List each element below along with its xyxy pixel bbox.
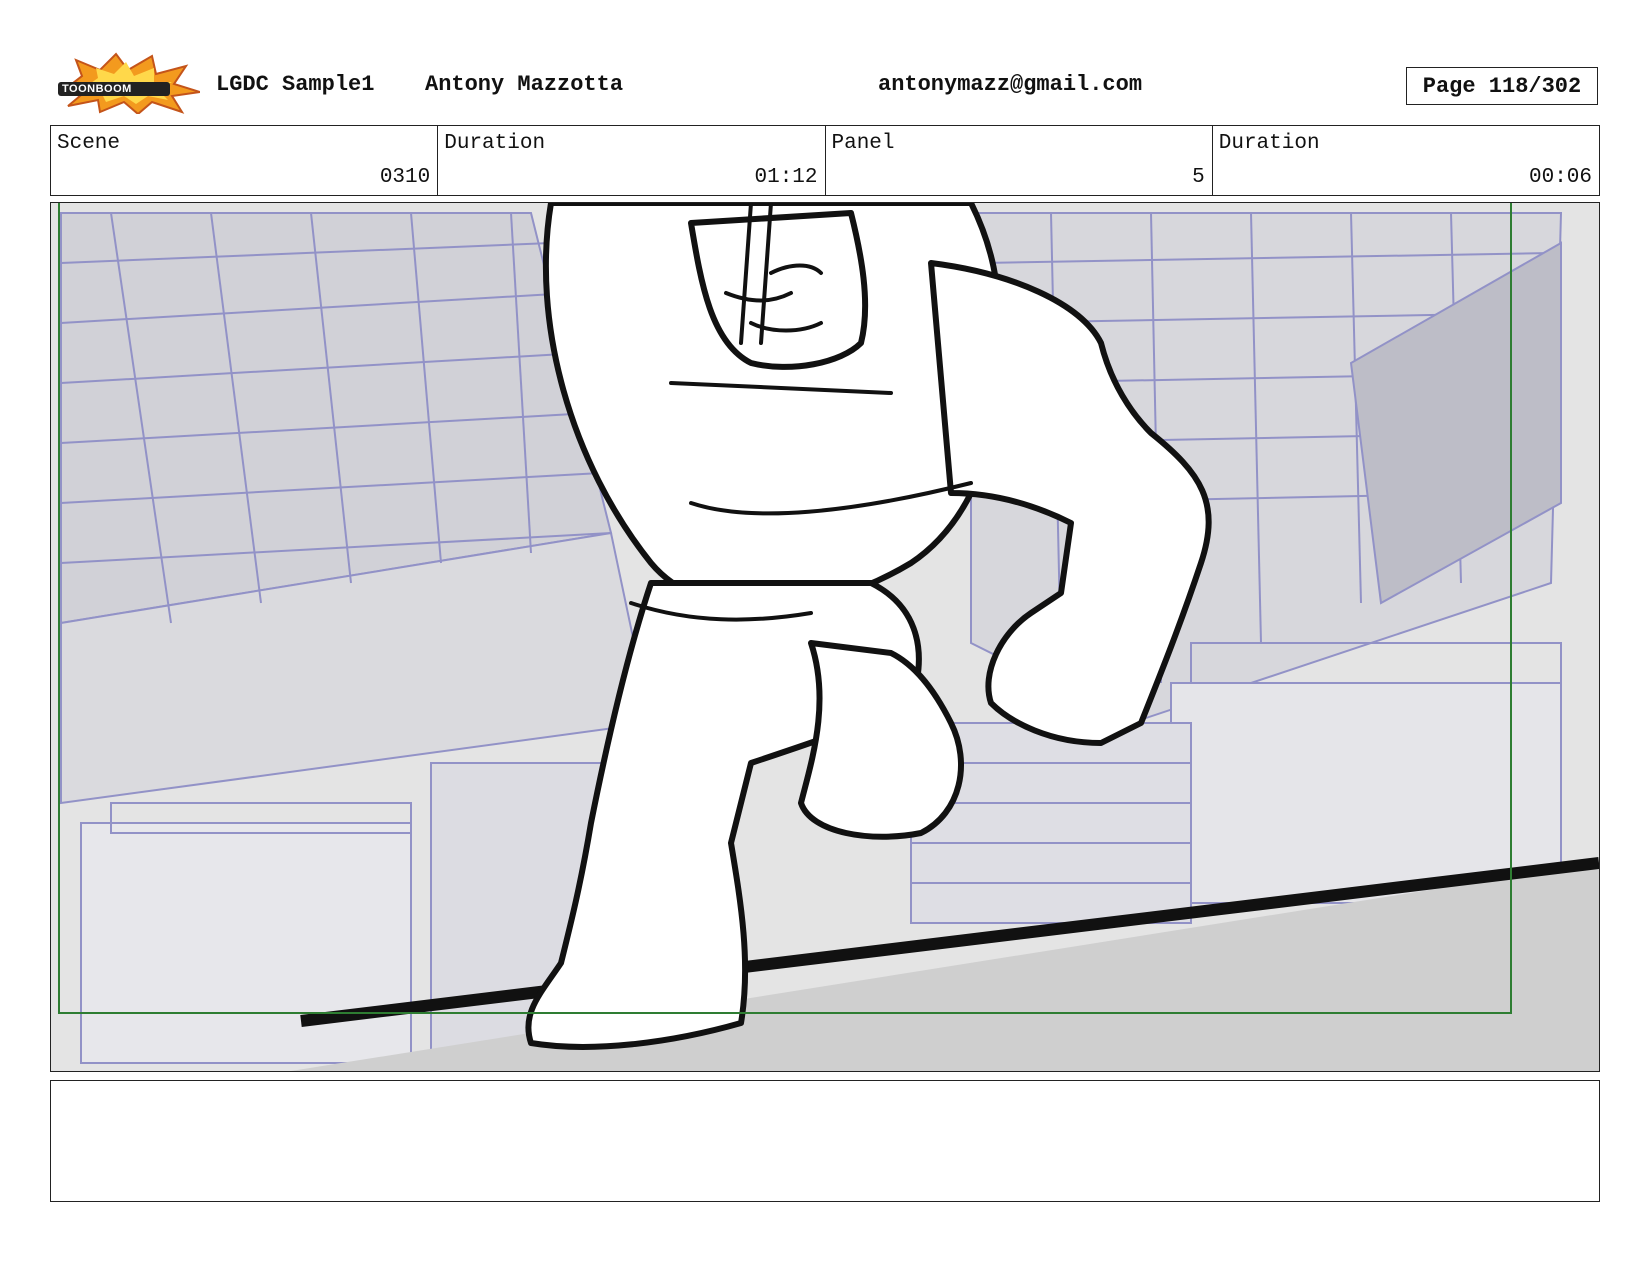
page-indicator: Page 118/302 (1406, 67, 1598, 105)
scene-duration-cell: Duration 01:12 (438, 126, 826, 195)
panel-sketch (51, 203, 1599, 1071)
scene-value: 0310 (379, 166, 431, 189)
scene-duration-value: 01:12 (754, 166, 818, 189)
logo-wordmark: TOONBOOM (62, 83, 132, 95)
scene-duration-label: Duration (444, 132, 546, 155)
storyboard-panel (50, 202, 1600, 1072)
panel-label: Panel (831, 132, 895, 155)
panel-notes-text (51, 1081, 1599, 1097)
page-number: Page 118/302 (1422, 73, 1582, 99)
panel-value: 5 (1192, 166, 1205, 189)
scene-info-table: Scene 0310 Duration 01:12 Panel 5 Durati… (50, 125, 1600, 196)
panel-duration-cell: Duration 00:06 (1213, 126, 1599, 195)
panel-cell: Panel 5 (826, 126, 1213, 195)
author-email: antonymazz@gmail.com (878, 72, 1143, 97)
scene-label: Scene (57, 132, 121, 155)
project-title: LGDC Sample1 (216, 72, 375, 97)
scene-cell: Scene 0310 (51, 126, 439, 195)
panel-duration-label: Duration (1218, 132, 1320, 155)
toonboom-logo: TOONBOOM (54, 52, 201, 116)
panel-notes-box (50, 1080, 1600, 1202)
author-name: Antony Mazzotta (425, 72, 624, 97)
panel-duration-value: 00:06 (1528, 166, 1592, 189)
